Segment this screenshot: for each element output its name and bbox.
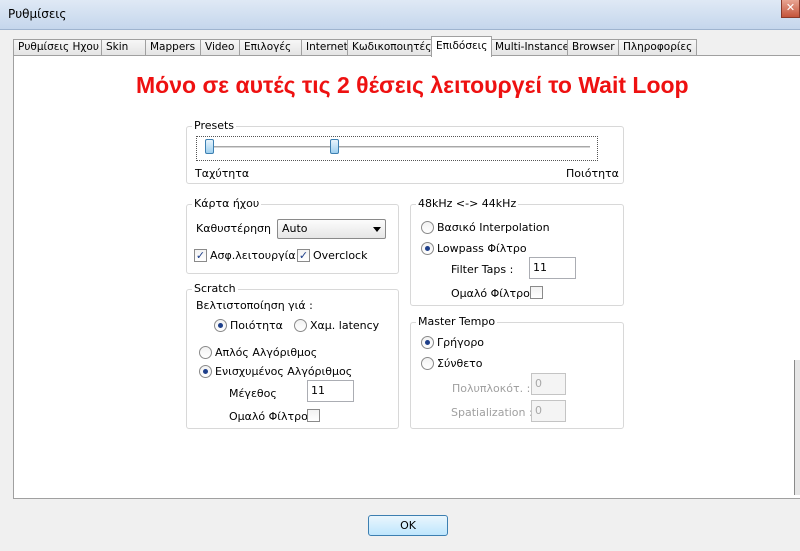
presets-speed-label: Ταχύτητα xyxy=(195,167,250,180)
presets-quality-label: Ποιότητα xyxy=(566,167,619,180)
filter-taps-input[interactable]: 11 xyxy=(529,257,576,279)
ok-button[interactable]: OK xyxy=(368,515,448,536)
tab-multi-instance[interactable]: Multi-Instance xyxy=(490,39,569,56)
lowpass-filter-radio[interactable] xyxy=(421,242,434,255)
latency-label: Καθυστέρηση xyxy=(196,222,271,235)
optimize-label: Βελτιστοποίηση γιά : xyxy=(196,299,313,312)
fast-radio[interactable] xyxy=(421,336,434,349)
master-tempo-title: Master Tempo xyxy=(416,315,498,328)
tab-video[interactable]: Video xyxy=(200,39,241,56)
presets-slider-thumb[interactable] xyxy=(330,139,339,154)
latency-select[interactable]: Auto xyxy=(277,219,386,239)
tab-performance[interactable]: Επιδόσεις xyxy=(431,36,492,57)
title-bar: Ρυθμίσεις ✕ xyxy=(0,0,800,30)
complex-radio[interactable] xyxy=(421,357,434,370)
complexity-label: Πολυπλοκότ. : xyxy=(452,382,531,395)
enhanced-algorithm-radio[interactable] xyxy=(199,365,212,378)
lowpass-filter-label: Lowpass Φίλτρο xyxy=(437,242,527,255)
tab-sound-settings[interactable]: Ρυθμίσεις Ηχου xyxy=(13,39,103,56)
latency-value: Auto xyxy=(282,222,308,235)
chevron-down-icon xyxy=(373,227,381,232)
tab-options[interactable]: Επιλογές xyxy=(239,39,303,56)
enhanced-algorithm-label: Ενισχυμένος Αλγόριθμος xyxy=(215,365,353,378)
scratch-smooth-filter-checkbox[interactable] xyxy=(307,409,320,422)
simple-algorithm-radio[interactable] xyxy=(199,346,212,359)
low-latency-label: Χαμ. latency xyxy=(310,319,380,332)
presets-slider-thumb-left[interactable] xyxy=(205,139,214,154)
tab-info[interactable]: Πληροφορίες xyxy=(618,39,697,56)
fast-label: Γρήγορο xyxy=(437,336,485,349)
filter-taps-label: Filter Taps : xyxy=(451,263,514,276)
tab-skin[interactable]: Skin xyxy=(101,39,147,56)
soundcard-group xyxy=(186,204,399,274)
presets-title: Presets xyxy=(192,119,237,132)
tab-browser[interactable]: Browser xyxy=(567,39,620,56)
tab-panel xyxy=(13,55,800,499)
spatialization-label: Spatialization : xyxy=(451,406,533,419)
overclock-label: Overclock xyxy=(313,249,368,262)
tab-mappers[interactable]: Mappers xyxy=(145,39,202,56)
scratch-title: Scratch xyxy=(192,282,238,295)
scratch-smooth-filter-label: Ομαλό Φίλτρο xyxy=(229,410,308,423)
size-label: Μέγεθος xyxy=(229,387,277,400)
low-latency-radio[interactable] xyxy=(294,319,307,332)
tab-codecs[interactable]: Κωδικοποιητές xyxy=(347,39,433,56)
resample-smooth-filter-label: Ομαλό Φίλτρο xyxy=(451,287,530,300)
basic-interpolation-radio[interactable] xyxy=(421,221,434,234)
complexity-input[interactable]: 0 xyxy=(531,373,566,395)
resample-title: 48kHz <-> 44kHz xyxy=(416,197,519,210)
overclock-checkbox[interactable]: ✓ xyxy=(297,249,310,262)
spatialization-input[interactable]: 0 xyxy=(531,400,566,422)
close-icon: ✕ xyxy=(785,1,796,14)
simple-algorithm-label: Απλός Αλγόριθμος xyxy=(215,346,318,359)
close-button[interactable]: ✕ xyxy=(781,0,800,18)
window-title: Ρυθμίσεις xyxy=(8,7,67,21)
soundcard-title: Κάρτα ήχου xyxy=(192,197,262,210)
window-edge xyxy=(794,360,800,495)
presets-slider-line xyxy=(208,146,590,149)
basic-interpolation-label: Βασικό Interpolation xyxy=(437,221,550,234)
quality-label: Ποιότητα xyxy=(230,319,283,332)
safe-mode-checkbox[interactable]: ✓ xyxy=(194,249,207,262)
wait-loop-notice: Μόνο σε αυτές τις 2 θέσεις λειτουργεί το… xyxy=(136,72,689,98)
tab-internet[interactable]: Internet xyxy=(301,39,349,56)
safe-mode-label: Ασφ.λειτουργία xyxy=(210,249,296,262)
resample-smooth-filter-checkbox[interactable] xyxy=(530,286,543,299)
size-input[interactable]: 11 xyxy=(307,380,354,402)
quality-radio[interactable] xyxy=(214,319,227,332)
complex-label: Σύνθετο xyxy=(437,357,483,370)
